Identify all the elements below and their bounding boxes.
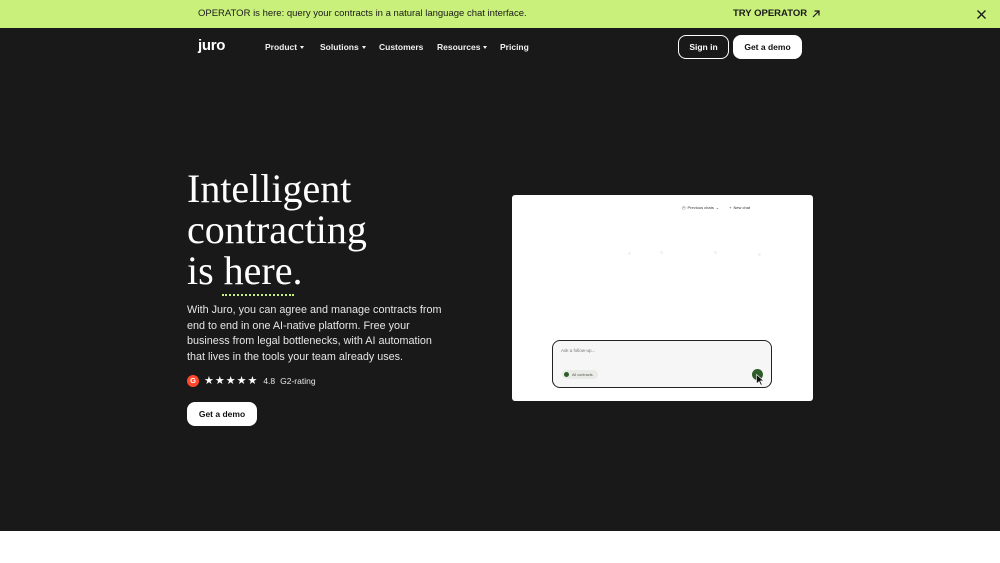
get-a-demo-nav-button[interactable]: Get a demo (733, 35, 802, 59)
announcement-banner: OPERATOR is here: query your contracts i… (0, 0, 1000, 28)
g2-logo-icon: G (187, 374, 199, 387)
sign-in-button[interactable]: Sign in (678, 35, 729, 59)
placeholder-dot (660, 251, 663, 254)
rating-score: 4.8 (263, 375, 276, 386)
previous-chats-label: Previous chats (687, 205, 714, 210)
clock-icon: ◷ (682, 205, 686, 210)
contracts-filter-chip: All contracts (562, 370, 598, 379)
juro-logo[interactable]: juro (198, 37, 225, 54)
product-mockup: ◷ Previous chats ⌄ + New chat Ask a foll… (512, 195, 813, 401)
chevron-down-icon (483, 45, 488, 49)
nav-item-customers[interactable]: Customers (379, 42, 423, 52)
hero-section: juro Product Solutions Customers Resourc… (0, 28, 1000, 531)
nav-item-label: Pricing (500, 42, 529, 52)
close-icon[interactable] (976, 9, 987, 20)
get-a-demo-hero-button[interactable]: Get a demo (187, 402, 257, 426)
chat-placeholder: Ask a follow-up... (561, 348, 596, 353)
headline-line: Intelligent (187, 166, 352, 211)
plus-icon: + (729, 205, 732, 210)
placeholder-dot (714, 251, 717, 254)
nav-item-resources[interactable]: Resources (437, 42, 488, 52)
nav-item-label: Customers (379, 42, 424, 52)
chip-label: All contracts (572, 372, 593, 377)
nav-item-label: Solutions (320, 42, 359, 52)
try-operator-link[interactable]: TRY OPERATOR (733, 8, 821, 19)
chat-input-box: Ask a follow-up... All contracts (552, 340, 772, 388)
try-operator-label: TRY OPERATOR (733, 8, 808, 19)
nav-item-solutions[interactable]: Solutions (320, 42, 366, 52)
nav-item-product[interactable]: Product (265, 42, 305, 52)
nav-item-label: Product (265, 42, 298, 52)
star-rating-icon: ★★★★★ (204, 375, 259, 387)
chevron-down-icon: ⌄ (715, 205, 720, 210)
placeholder-dot (758, 253, 761, 256)
hero-subcopy: With Juro, you can agree and manage cont… (187, 304, 442, 364)
headline-line: is here. (187, 248, 303, 293)
rating-label: G2-rating (280, 375, 316, 386)
mouse-cursor-icon (756, 374, 765, 386)
previous-chats-menu: ◷ Previous chats ⌄ (682, 205, 719, 210)
new-chat-button: + New chat (729, 205, 750, 210)
dotted-underline (222, 294, 294, 296)
filter-icon (564, 372, 569, 377)
new-chat-label: New chat (733, 205, 751, 210)
headline-line: contracting (187, 207, 367, 252)
placeholder-dot (628, 252, 631, 255)
nav-item-pricing[interactable]: Pricing (500, 42, 529, 52)
banner-text: OPERATOR is here: query your contracts i… (198, 8, 527, 19)
hero-headline: Intelligent contracting is here. (187, 168, 367, 291)
top-nav: juro Product Solutions Customers Resourc… (0, 28, 1000, 66)
nav-item-label: Resources (437, 42, 481, 52)
chevron-down-icon (361, 45, 366, 49)
arrow-up-right-icon (812, 9, 820, 17)
chevron-down-icon (300, 45, 305, 49)
g2-rating: G ★★★★★ 4.8 G2-rating (187, 374, 316, 387)
mockup-toolbar: ◷ Previous chats ⌄ + New chat (682, 205, 750, 210)
